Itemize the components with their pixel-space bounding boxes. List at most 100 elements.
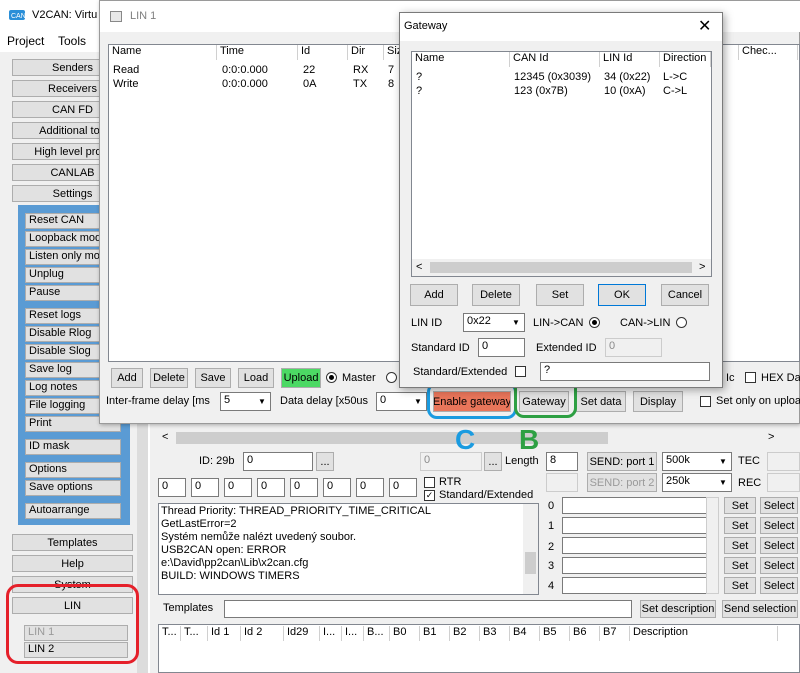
log-scrollbar[interactable] (523, 504, 538, 594)
set-description-button[interactable]: Set description (640, 600, 716, 618)
lin-col-time[interactable]: Time (217, 45, 298, 60)
interframe-select[interactable]: 5 ▼ (220, 392, 271, 411)
data-byte-4[interactable]: 0 (290, 478, 318, 497)
id-more-button[interactable]: ... (316, 452, 334, 471)
scroll-right-icon[interactable]: > (699, 261, 705, 273)
data-byte-2[interactable]: 0 (224, 478, 252, 497)
templates-input[interactable] (224, 600, 632, 618)
send-port2-button[interactable]: SEND: port 2 (587, 473, 657, 492)
gw-scroll-thumb[interactable] (430, 262, 692, 273)
templates-col-header[interactable]: T... (181, 626, 208, 641)
lin-upload-button[interactable]: Upload (281, 368, 321, 388)
slot-select-1[interactable]: Select (760, 517, 798, 534)
menu-tools[interactable]: Tools (58, 34, 86, 48)
templates-col-header[interactable]: Description (630, 626, 778, 641)
sidebar-templates[interactable]: Templates (12, 534, 133, 551)
id-more-button-2[interactable]: ... (484, 452, 502, 471)
gw-extended-id-input[interactable]: 0 (605, 338, 662, 357)
templates-col-header[interactable]: Id 1 (208, 626, 241, 641)
data-delay-select[interactable]: 0 ▼ (376, 392, 427, 411)
gw-lin-to-can-radio[interactable] (589, 317, 600, 328)
lin-add-button[interactable]: Add (111, 368, 143, 388)
std-ext-checkbox[interactable]: ✓ (424, 490, 435, 501)
slot-input-1[interactable] (562, 517, 708, 534)
templates-col-header[interactable]: B1 (420, 626, 450, 641)
lin-delete-button[interactable]: Delete (150, 368, 188, 388)
gw-hscrollbar[interactable]: < > (412, 259, 711, 276)
lin-col-name[interactable]: Name (109, 45, 217, 60)
slot-set-0[interactable]: Set (724, 497, 756, 514)
gw-set-button[interactable]: Set (536, 284, 584, 306)
send-selection-button[interactable]: Send selection (722, 600, 798, 618)
slot-set-1[interactable]: Set (724, 517, 756, 534)
slot-input-4[interactable] (562, 577, 708, 594)
data-byte-0[interactable]: 0 (158, 478, 186, 497)
gw-col-name[interactable]: Name (412, 52, 510, 67)
setting-autoarrange[interactable]: Autoarrange (25, 503, 121, 519)
sidebar-help[interactable]: Help (12, 555, 133, 572)
templates-col-header[interactable]: B4 (510, 626, 540, 641)
lin-col-dir[interactable]: Dir (348, 45, 384, 60)
templates-col-header[interactable]: B6 (570, 626, 600, 641)
templates-col-header[interactable]: Id 2 (241, 626, 284, 641)
baud2-select[interactable]: 250k ▼ (662, 473, 732, 492)
gw-cancel-button[interactable]: Cancel (661, 284, 709, 306)
gw-can-to-lin-radio[interactable] (676, 317, 687, 328)
slot-set-2[interactable]: Set (724, 537, 756, 554)
slot-input-0[interactable] (562, 497, 708, 514)
gw-std-ext-checkbox[interactable] (515, 366, 526, 377)
send-port1-button[interactable]: SEND: port 1 (587, 452, 657, 471)
gw-col-lin-id[interactable]: LIN Id (600, 52, 660, 67)
gw-ok-button[interactable]: OK (598, 284, 646, 306)
templates-col-header[interactable]: B3 (480, 626, 510, 641)
setting-id-mask[interactable]: ID mask (25, 439, 121, 455)
slot-scrollbar[interactable] (706, 497, 719, 594)
slot-set-3[interactable]: Set (724, 557, 756, 574)
slot-select-0[interactable]: Select (760, 497, 798, 514)
templates-col-header[interactable]: B0 (390, 626, 420, 641)
gw-standard-id-input[interactable]: 0 (478, 338, 525, 357)
length-input[interactable]: 8 (546, 452, 578, 471)
scroll-left-icon[interactable]: < (416, 261, 422, 273)
lin-load-button[interactable]: Load (238, 368, 274, 388)
data-byte-5[interactable]: 0 (323, 478, 351, 497)
slot-input-2[interactable] (562, 537, 708, 554)
baud1-select[interactable]: 500k ▼ (662, 452, 732, 471)
gw-col-can-id[interactable]: CAN Id (510, 52, 600, 67)
setting-options[interactable]: Options (25, 462, 121, 478)
scroll-right-icon[interactable]: > (768, 431, 774, 443)
gw-row[interactable]: ? 123 (0x7B) 10 (0xA) C->L (412, 85, 711, 99)
lin-save-button[interactable]: Save (195, 368, 231, 388)
scroll-left-icon[interactable]: < (162, 431, 168, 443)
slot-select-4[interactable]: Select (760, 577, 798, 594)
rtr-checkbox[interactable] (424, 477, 435, 488)
templates-col-header[interactable]: T... (159, 626, 181, 641)
gw-col-direction[interactable]: Direction (660, 52, 711, 67)
gw-name-input[interactable]: ? (540, 362, 710, 381)
display-button[interactable]: Display (633, 391, 683, 412)
set-data-button[interactable]: Set data (576, 391, 626, 412)
gw-lin-id-select[interactable]: 0x22 ▼ (463, 313, 525, 332)
slave-radio[interactable] (386, 372, 397, 383)
close-icon[interactable]: ✕ (698, 16, 711, 36)
slot-select-3[interactable]: Select (760, 557, 798, 574)
lin-col-checksum[interactable]: Chec... (738, 45, 798, 60)
setting-save-options[interactable]: Save options (25, 480, 121, 496)
templates-col-header[interactable]: I... (320, 626, 342, 641)
lin-col-id[interactable]: Id (298, 45, 348, 60)
gw-delete-button[interactable]: Delete (472, 284, 520, 306)
set-only-upload-checkbox[interactable] (700, 396, 711, 407)
hex-data-checkbox[interactable] (745, 372, 756, 383)
menu-project[interactable]: Project (7, 34, 44, 48)
gw-row[interactable]: ? 12345 (0x3039) 34 (0x22) L->C (412, 71, 711, 85)
gw-add-button[interactable]: Add (410, 284, 458, 306)
scroll-thumb[interactable] (176, 432, 608, 444)
master-radio[interactable] (326, 372, 337, 383)
templates-col-header[interactable]: I... (342, 626, 364, 641)
data-byte-6[interactable]: 0 (356, 478, 384, 497)
slot-set-4[interactable]: Set (724, 577, 756, 594)
log-scroll-thumb[interactable] (525, 552, 536, 574)
data-byte-3[interactable]: 0 (257, 478, 285, 497)
templates-col-header[interactable]: B2 (450, 626, 480, 641)
templates-col-header[interactable]: B7 (600, 626, 630, 641)
